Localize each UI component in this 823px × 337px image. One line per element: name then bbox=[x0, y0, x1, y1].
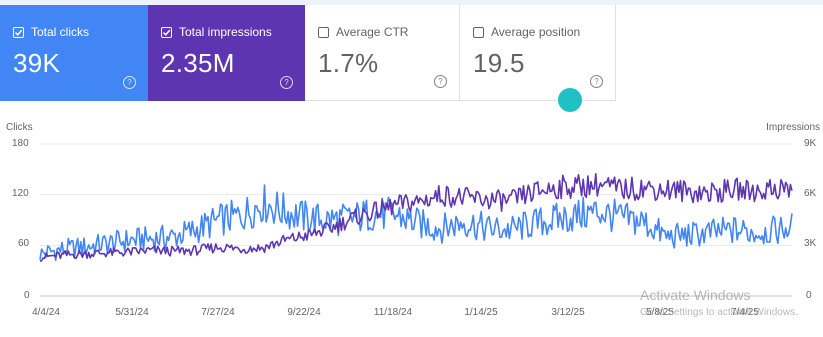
x-tick: 9/22/24 bbox=[287, 307, 321, 318]
activate-windows-title: Activate Windows bbox=[640, 287, 751, 303]
x-tick: 5/31/24 bbox=[115, 307, 149, 318]
x-tick: 1/14/25 bbox=[464, 307, 498, 318]
x-tick: 7/27/24 bbox=[201, 307, 235, 318]
x-tick: 4/4/24 bbox=[32, 307, 60, 318]
x-tick: 11/18/24 bbox=[373, 307, 413, 318]
x-tick: 3/12/25 bbox=[551, 307, 585, 318]
activate-windows-subtitle: Go to Settings to activate Windows. bbox=[640, 307, 798, 318]
